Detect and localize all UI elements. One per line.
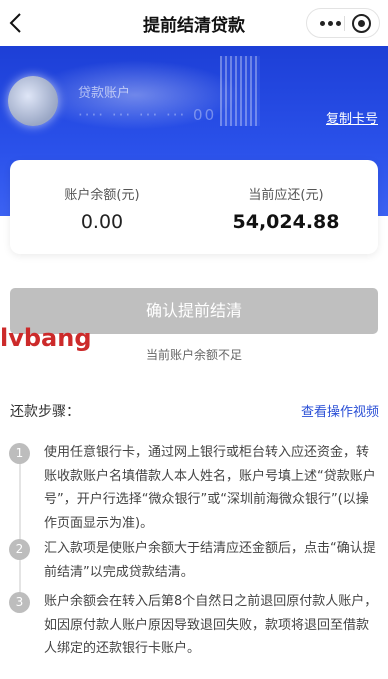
blurred-overlay-stripes xyxy=(220,56,260,126)
view-tutorial-video-link[interactable]: 查看操作视频 xyxy=(301,401,379,420)
account-label: 贷款账户 xyxy=(78,86,131,101)
account-balance-block: 账户余额(元) 0.00 xyxy=(10,184,194,233)
copy-card-number-link[interactable]: 复制卡号 xyxy=(326,108,378,127)
bank-logo-icon xyxy=(8,76,58,126)
more-options-icon[interactable] xyxy=(317,9,343,37)
repayment-steps-title: 还款步骤： xyxy=(10,404,80,420)
mini-program-capsule xyxy=(306,8,380,38)
step-number-badge: 1 xyxy=(9,443,30,464)
amount-due-block: 当前应还(元) 54,024.88 xyxy=(194,184,378,233)
step-description: 使用任意银行卡，通过网上银行或柜台转入应还资金，转账收款账户名填借款人本人姓名，… xyxy=(44,445,376,531)
account-number: ···· ··· ··· ··· 00 xyxy=(78,106,217,124)
amount-due-label: 当前应还(元) xyxy=(248,188,324,203)
balance-card: 账户余额(元) 0.00 当前应还(元) 54,024.88 xyxy=(10,160,378,254)
account-balance-label: 账户余额(元) xyxy=(64,188,140,203)
step-description: 账户余额会在转入后第8个自然日之前退回原付款人账户，如因原付款人账户原因导致退回… xyxy=(44,594,378,656)
step-number-badge: 3 xyxy=(9,592,30,613)
navigation-bar: 提前结清贷款 xyxy=(0,0,388,46)
amount-due-value: 54,024.88 xyxy=(232,211,340,233)
step-description: 汇入款项是使账户余额大于结清应还金额后，点击“确认提前结清”以完成贷款结清。 xyxy=(44,541,376,580)
step-number-badge: 2 xyxy=(9,539,30,560)
insufficient-balance-notice: 当前账户余额不足 xyxy=(145,348,242,362)
steps-timeline xyxy=(19,456,21,601)
account-balance-value: 0.00 xyxy=(80,211,124,233)
close-mini-program-icon[interactable] xyxy=(352,14,371,33)
capsule-divider xyxy=(344,16,345,31)
